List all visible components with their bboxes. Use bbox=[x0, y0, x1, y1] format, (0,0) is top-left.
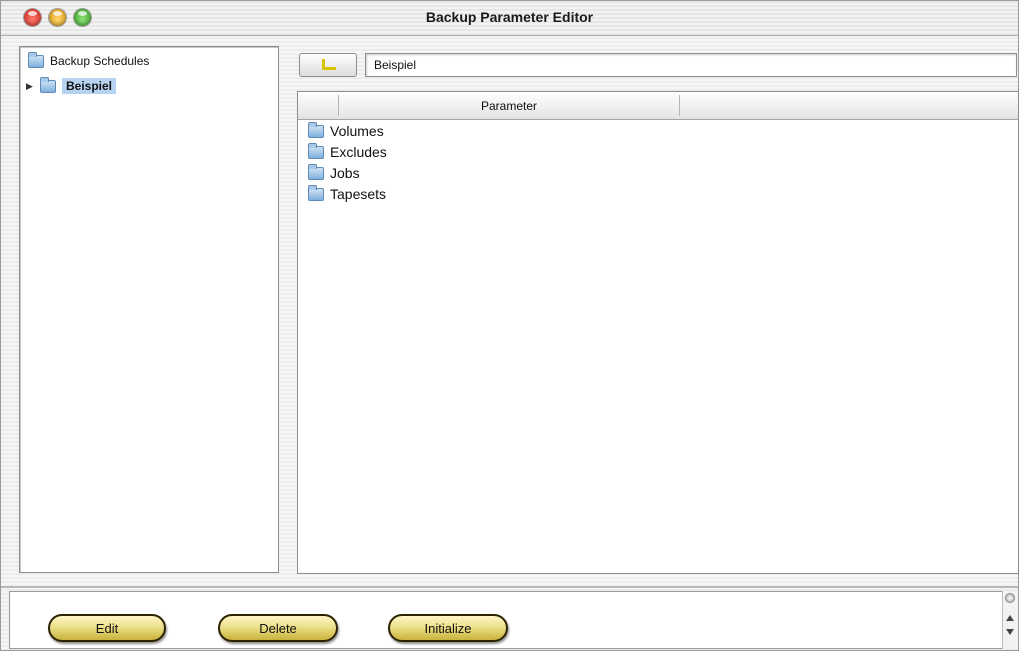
tree-root-item[interactable]: Backup Schedules bbox=[28, 51, 150, 68]
scroll-thumb[interactable] bbox=[1005, 593, 1015, 603]
edit-button[interactable]: Edit bbox=[48, 614, 166, 642]
window-title: Backup Parameter Editor bbox=[425, 9, 594, 25]
tree-item-label: Beispiel bbox=[62, 78, 117, 94]
table-row-jobs[interactable]: Jobs bbox=[308, 163, 360, 181]
main-window: Backup Parameter Editor Backup Schedules… bbox=[0, 0, 1019, 651]
folder-icon bbox=[308, 121, 324, 138]
up-arrow-icon bbox=[319, 59, 337, 71]
folder-icon bbox=[308, 184, 324, 201]
disclosure-triangle-icon[interactable]: ▶ bbox=[26, 81, 40, 92]
table-header: Parameter bbox=[298, 92, 1018, 120]
folder-icon bbox=[28, 51, 44, 68]
table-row-tapesets[interactable]: Tapesets bbox=[308, 184, 387, 202]
bottom-scrollbar[interactable] bbox=[1002, 591, 1017, 649]
schedule-tree[interactable]: Backup Schedules ▶ Beispiel bbox=[19, 46, 279, 573]
pane-divider[interactable] bbox=[1, 586, 1018, 588]
parent-folder-button[interactable] bbox=[299, 53, 357, 77]
folder-icon bbox=[308, 142, 324, 159]
row-label: Tapesets bbox=[330, 186, 387, 202]
table-row-excludes[interactable]: Excludes bbox=[308, 142, 387, 160]
column-header-parameter[interactable]: Parameter bbox=[339, 99, 679, 113]
row-label: Jobs bbox=[330, 165, 360, 181]
button-panel: Edit Delete Initialize bbox=[9, 591, 1005, 649]
table-row-volumes[interactable]: Volumes bbox=[308, 121, 384, 139]
row-label: Volumes bbox=[330, 123, 384, 139]
tree-item-beispiel[interactable]: ▶ Beispiel bbox=[26, 76, 117, 94]
scroll-down-icon[interactable] bbox=[1006, 629, 1014, 635]
folder-icon bbox=[308, 163, 324, 180]
path-field[interactable]: Beispiel bbox=[365, 53, 1017, 77]
delete-button[interactable]: Delete bbox=[218, 614, 338, 642]
folder-icon bbox=[40, 76, 56, 93]
initialize-button[interactable]: Initialize bbox=[388, 614, 508, 642]
row-label: Excludes bbox=[330, 144, 387, 160]
tree-root-label: Backup Schedules bbox=[50, 54, 150, 68]
scroll-up-icon[interactable] bbox=[1006, 615, 1014, 621]
title-bar[interactable]: Backup Parameter Editor bbox=[1, 1, 1018, 36]
column-separator[interactable] bbox=[679, 95, 680, 116]
parameter-table[interactable]: Parameter Volumes Excludes Jobs Tapesets bbox=[297, 91, 1019, 574]
